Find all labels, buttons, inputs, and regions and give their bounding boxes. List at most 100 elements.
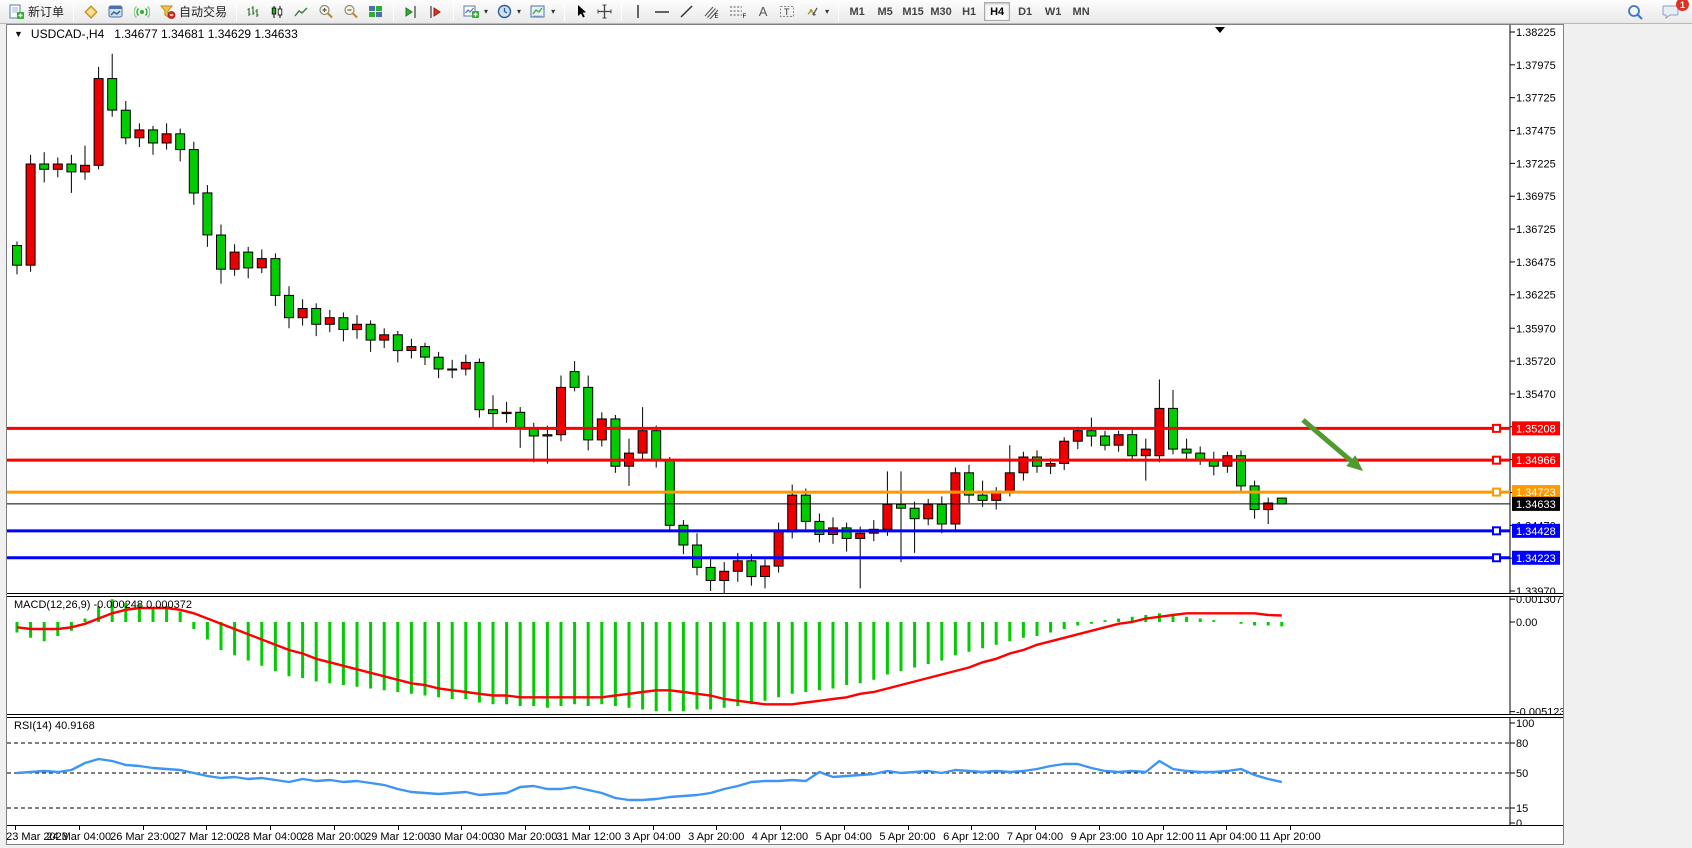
candle[interactable] [53, 158, 62, 178]
candle[interactable] [407, 339, 416, 359]
candle[interactable] [94, 67, 103, 170]
candle[interactable] [421, 343, 430, 365]
candle[interactable] [543, 426, 552, 464]
text-tool-button[interactable]: A [752, 2, 774, 22]
candle[interactable] [1101, 431, 1110, 451]
price-chart-canvas[interactable]: 1.382251.379751.377251.374751.372251.369… [7, 25, 1563, 593]
candle[interactable] [1182, 439, 1191, 460]
tab-timeframe-d1[interactable]: D1 [1012, 2, 1038, 21]
zoom-out-button[interactable] [339, 2, 363, 22]
candle[interactable] [135, 123, 144, 147]
candle[interactable] [1196, 447, 1205, 465]
candle[interactable] [448, 360, 457, 378]
vertical-line-tool-button[interactable] [627, 2, 649, 22]
candle[interactable] [489, 395, 498, 428]
candle[interactable] [203, 185, 212, 247]
chart-collapse-icon[interactable]: ▼ [14, 29, 23, 39]
candle[interactable] [67, 155, 76, 193]
candle[interactable] [1250, 481, 1259, 519]
price-level-handle[interactable] [1493, 425, 1500, 432]
candle[interactable] [176, 129, 185, 162]
periods-button[interactable]: ▾ [493, 2, 525, 22]
candle[interactable] [353, 315, 362, 339]
candle[interactable] [693, 533, 702, 575]
macd-canvas[interactable]: 0.0013070.00-0.005123 [7, 597, 1563, 714]
fibonacci-tool-button[interactable]: F [725, 2, 751, 22]
candle[interactable] [815, 514, 824, 543]
candle[interactable] [761, 560, 770, 589]
candle[interactable] [1087, 418, 1096, 447]
candle[interactable] [665, 457, 674, 532]
candle[interactable] [366, 320, 375, 352]
candle[interactable] [189, 142, 198, 205]
candle[interactable] [842, 523, 851, 552]
tab-timeframe-m15[interactable]: M15 [900, 2, 926, 21]
rsi-canvas[interactable]: 1008050150 [7, 718, 1563, 825]
chart-shift-marker-icon[interactable] [1215, 27, 1225, 33]
candle[interactable] [393, 331, 402, 363]
tab-timeframe-m5[interactable]: M5 [872, 2, 898, 21]
candle[interactable] [244, 247, 253, 278]
candle[interactable] [230, 244, 239, 276]
arrow-annotation[interactable] [1303, 420, 1351, 461]
market-watch-button[interactable] [79, 2, 103, 22]
candle[interactable] [81, 146, 90, 180]
candle[interactable] [801, 489, 810, 530]
candle[interactable] [1019, 452, 1028, 481]
candle[interactable] [121, 101, 130, 144]
candle[interactable] [257, 249, 266, 273]
candle[interactable] [502, 402, 511, 423]
candle[interactable] [285, 286, 294, 328]
tile-windows-button[interactable] [364, 2, 388, 22]
candle[interactable] [1237, 450, 1246, 491]
auto-trading-button[interactable]: 自动交易 [155, 2, 231, 22]
candle[interactable] [1264, 498, 1273, 524]
trendline-tool-button[interactable] [675, 2, 698, 22]
chart-window-button[interactable] [104, 2, 129, 22]
candle[interactable] [1169, 390, 1178, 454]
candle[interactable] [584, 376, 593, 451]
text-label-tool-button[interactable]: T [775, 2, 800, 22]
auto-scroll-button[interactable] [424, 2, 448, 22]
tab-timeframe-w1[interactable]: W1 [1040, 2, 1066, 21]
candle[interactable] [271, 253, 280, 306]
candle[interactable] [720, 562, 729, 593]
bar-chart-mode-button[interactable] [242, 2, 265, 22]
candle[interactable] [1005, 445, 1014, 496]
candle[interactable] [1223, 452, 1232, 473]
candle[interactable] [706, 557, 715, 591]
candle[interactable] [26, 155, 35, 272]
candle[interactable] [298, 299, 307, 325]
crosshair-tool-button[interactable] [593, 2, 616, 22]
candle[interactable] [638, 407, 647, 460]
cursor-tool-button[interactable] [570, 2, 592, 22]
candle[interactable] [1128, 428, 1137, 460]
candle[interactable] [380, 328, 389, 348]
tab-timeframe-m30[interactable]: M30 [928, 2, 954, 21]
price-level-handle[interactable] [1493, 527, 1500, 534]
candle[interactable] [679, 520, 688, 554]
line-chart-mode-button[interactable] [290, 2, 313, 22]
chart-shift-button[interactable] [399, 2, 423, 22]
candle[interactable] [475, 359, 484, 418]
candle[interactable] [557, 376, 566, 442]
candle[interactable] [162, 123, 171, 149]
candle[interactable] [217, 225, 226, 284]
new-order-button[interactable]: 新订单 [4, 2, 68, 22]
candle[interactable] [325, 310, 334, 332]
candle[interactable] [461, 355, 470, 376]
candle[interactable] [1060, 437, 1069, 470]
price-pane[interactable]: ▼ USDCAD-,H4 1.34677 1.34681 1.34629 1.3… [7, 25, 1563, 593]
price-level-handle[interactable] [1493, 554, 1500, 561]
candle[interactable] [570, 361, 579, 391]
candle[interactable] [434, 352, 443, 378]
candle[interactable] [897, 471, 906, 562]
candle[interactable] [149, 126, 158, 155]
price-level-handle[interactable] [1493, 457, 1500, 464]
candle[interactable] [965, 465, 974, 503]
candle[interactable] [108, 54, 117, 117]
tab-timeframe-m1[interactable]: M1 [844, 2, 870, 21]
candle[interactable] [1209, 452, 1218, 476]
tab-timeframe-h4[interactable]: H4 [984, 2, 1010, 21]
candle[interactable] [978, 481, 987, 507]
